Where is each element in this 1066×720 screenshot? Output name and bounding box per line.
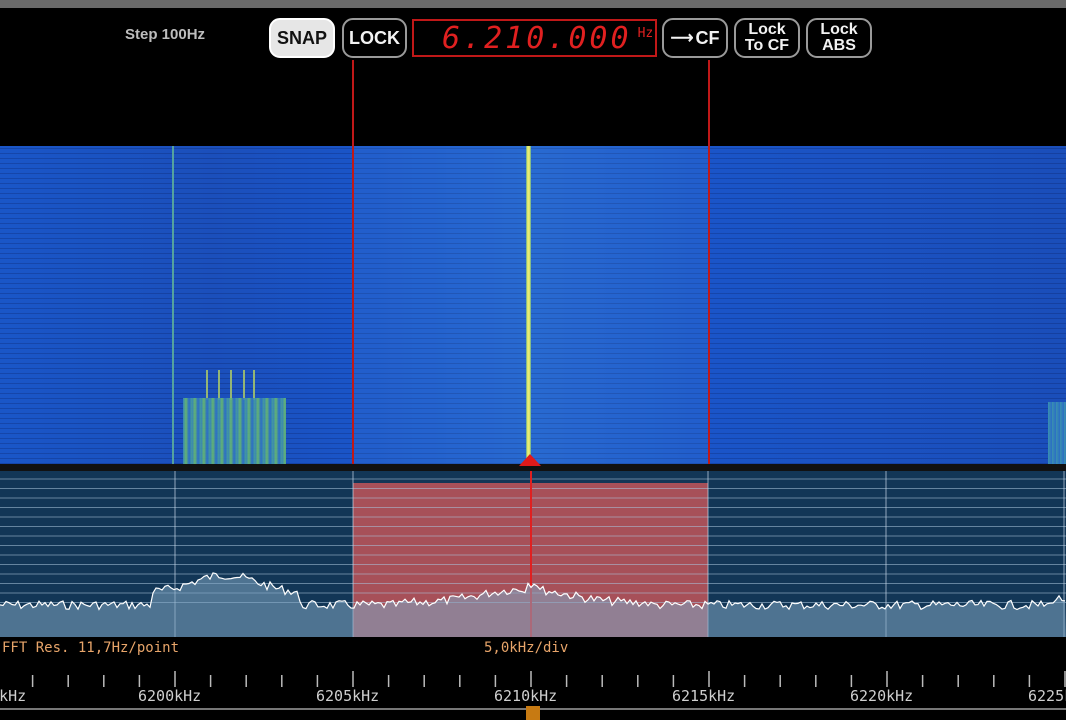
lock-abs-line1: Lock	[820, 21, 858, 38]
spectrum-plot	[0, 471, 1066, 637]
scale-label: 6220kHz	[850, 687, 914, 705]
spectrum-display[interactable]	[0, 471, 1066, 637]
cursor-position-marker	[526, 706, 540, 720]
waterfall-signal-spike	[206, 370, 208, 400]
lock-button[interactable]: LOCK	[342, 18, 407, 58]
lock-to-cf-button[interactable]: Lock To CF	[734, 18, 800, 58]
scale-label: 6210kHz	[494, 687, 558, 705]
waterfall-signal-spike	[230, 370, 232, 400]
waterfall-center-carrier	[526, 146, 531, 464]
waterfall-signal-spike	[253, 370, 255, 400]
scale-label: 6200kHz	[138, 687, 202, 705]
waterfall-signal-spike	[218, 370, 220, 400]
waterfall-edge-signal	[1048, 402, 1066, 464]
window-top-edge	[0, 0, 1066, 8]
frequency-display[interactable]: 6.210.000 Hz	[412, 19, 657, 57]
tuning-marker-icon[interactable]	[519, 454, 541, 466]
scale-label: 6225kHz	[1028, 687, 1066, 705]
bandwidth-right-edge[interactable]	[708, 60, 710, 466]
lock-to-cf-line2: To CF	[744, 37, 790, 54]
to-cf-label: CF	[695, 27, 720, 48]
right-arrow-icon: ⟶	[670, 30, 694, 47]
step-label[interactable]: Step 100Hz	[125, 26, 205, 43]
to-cf-button[interactable]: ⟶ CF	[662, 18, 728, 58]
sdr-receiver-window: Step 100Hz SNAP LOCK 6.210.000 Hz ⟶ CF L…	[0, 0, 1066, 720]
waterfall-display[interactable]	[0, 146, 1066, 464]
lock-to-cf-line1: Lock	[748, 21, 786, 38]
frequency-value: 6.210.000	[442, 20, 632, 56]
lock-abs-button[interactable]: Lock ABS	[806, 18, 872, 58]
scale-label: 6215kHz	[672, 687, 736, 705]
waterfall-carrier-line	[172, 146, 174, 464]
lock-abs-line2: ABS	[822, 37, 856, 54]
waterfall-signal-spike	[243, 370, 245, 400]
bandwidth-left-edge[interactable]	[352, 60, 354, 466]
scale-label: 6205kHz	[316, 687, 380, 705]
scale-division-label: 5,0kHz/div	[484, 640, 569, 656]
lock-label: LOCK	[349, 27, 400, 48]
frequency-unit: Hz	[637, 25, 654, 41]
control-bar: Step 100Hz SNAP LOCK 6.210.000 Hz ⟶ CF L…	[0, 0, 1066, 146]
snap-button[interactable]: SNAP	[269, 18, 335, 58]
snap-label: SNAP	[276, 27, 327, 48]
waterfall-signal-burst	[183, 398, 286, 464]
scale-label: 6195kHz	[0, 687, 27, 705]
fft-resolution-label: FFT Res. 11,7Hz/point	[2, 640, 180, 656]
